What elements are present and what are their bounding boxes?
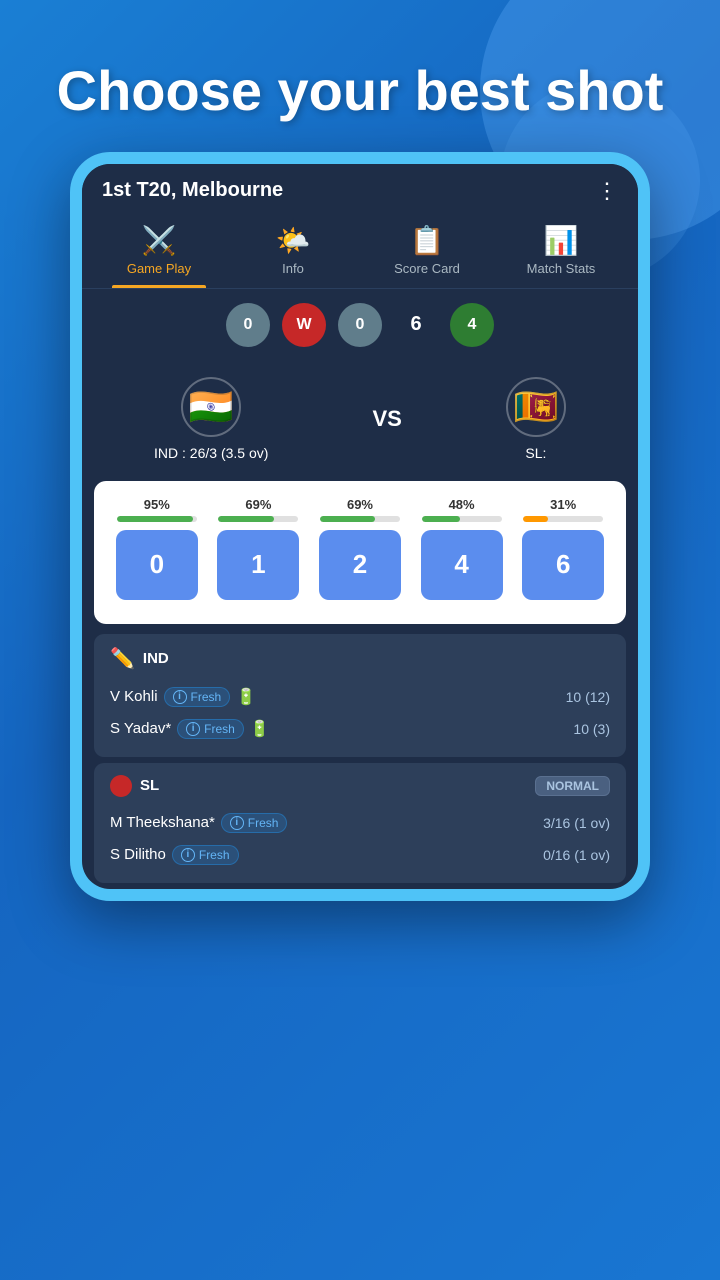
kohli-info-circle: i — [173, 690, 187, 704]
theekshana-fresh-badge: i Fresh — [221, 813, 288, 833]
dilitho-score: 0/16 (1 ov) — [543, 847, 610, 863]
matchstats-icon: 📊 — [544, 224, 579, 257]
pct-bar-1 — [218, 516, 298, 522]
tab-gameplay[interactable]: ⚔️ Game Play — [92, 214, 226, 288]
batting-header: ✏️ IND — [110, 646, 610, 671]
yadav-fresh-badge: i Fresh — [177, 719, 244, 739]
yadav-info: S Yadav* i Fresh 🔋 — [110, 719, 270, 739]
pct-1: 69% — [245, 497, 271, 512]
pct-fill-1 — [218, 516, 273, 522]
normal-badge: NORMAL — [535, 776, 610, 796]
tab-scorecard[interactable]: 📋 Score Card — [360, 214, 494, 288]
srilanka-flag: 🇱🇰 — [506, 377, 566, 437]
yadav-battery-icon: 🔋 — [250, 719, 270, 739]
info-label: Info — [282, 261, 304, 276]
shot-button-1[interactable]: 1 — [217, 530, 299, 600]
ball-0-second: 0 — [338, 303, 382, 347]
pct-fill-0 — [117, 516, 193, 522]
dilitho-fresh-badge: i Fresh — [172, 845, 239, 865]
srilanka-score: SL: — [525, 445, 546, 461]
theekshana-info: M Theekshana* i Fresh — [110, 813, 287, 833]
bowling-panel: SL NORMAL M Theekshana* i Fresh 3/16 (1 … — [94, 763, 626, 883]
score-balls-row: 0 W 0 6 4 — [82, 289, 638, 361]
dilitho-status: Fresh — [199, 848, 230, 862]
headline: Choose your best shot — [0, 0, 720, 152]
team-india: 🇮🇳 IND : 26/3 (3.5 ov) — [154, 377, 268, 461]
shot-button-4[interactable]: 4 — [421, 530, 503, 600]
vs-text: VS — [373, 406, 402, 432]
pct-6: 31% — [550, 497, 576, 512]
theekshana-status: Fresh — [248, 816, 279, 830]
ball-0-first: 0 — [226, 303, 270, 347]
dilitho-name: S Dilitho — [110, 846, 166, 863]
team-srilanka: 🇱🇰 SL: — [506, 377, 566, 461]
bowling-team: SL — [140, 777, 159, 794]
scorecard-icon: 📋 — [410, 224, 445, 257]
pct-bar-6 — [523, 516, 603, 522]
pct-fill-4 — [422, 516, 460, 522]
batting-team: IND — [143, 650, 169, 667]
theekshana-info-circle: i — [230, 816, 244, 830]
batting-icon: ✏️ — [110, 646, 135, 671]
kohli-fresh-badge: i Fresh — [164, 687, 231, 707]
dilitho-info: S Dilitho i Fresh — [110, 845, 239, 865]
kohli-name: V Kohli — [110, 688, 158, 705]
pct-fill-2 — [320, 516, 375, 522]
shot-col-6: 31% 6 — [518, 497, 608, 600]
pct-bar-0 — [117, 516, 197, 522]
yadav-status: Fresh — [204, 722, 235, 736]
bowling-header: SL NORMAL — [110, 775, 610, 797]
pct-bar-4 — [422, 516, 502, 522]
match-header: 1st T20, Melbourne ⋮ — [82, 164, 638, 214]
kohli-score: 10 (12) — [566, 689, 610, 705]
shot-percentages-row: 95% 0 69% 1 69% — [106, 497, 614, 600]
pct-bar-2 — [320, 516, 400, 522]
shot-col-4: 48% 4 — [417, 497, 507, 600]
kohli-status: Fresh — [191, 690, 222, 704]
player-row-kohli: V Kohli i Fresh 🔋 10 (12) — [110, 681, 610, 713]
phone-mockup: 1st T20, Melbourne ⋮ ⚔️ Game Play 🌤️ Inf… — [70, 152, 650, 901]
kohli-info: V Kohli i Fresh 🔋 — [110, 687, 256, 707]
nav-tabs: ⚔️ Game Play 🌤️ Info 📋 Score Card 📊 Matc… — [82, 214, 638, 289]
batting-panel: ✏️ IND V Kohli i Fresh 🔋 10 (12) — [94, 634, 626, 757]
match-title: 1st T20, Melbourne — [102, 179, 283, 202]
shot-selection-card: 95% 0 69% 1 69% — [94, 481, 626, 624]
pct-fill-6 — [523, 516, 548, 522]
shot-button-0[interactable]: 0 — [116, 530, 198, 600]
gameplay-icon: ⚔️ — [142, 224, 177, 257]
player-row-dilitho: S Dilitho i Fresh 0/16 (1 ov) — [110, 839, 610, 871]
shot-button-2[interactable]: 2 — [319, 530, 401, 600]
ball-four: 4 — [450, 303, 494, 347]
tab-info[interactable]: 🌤️ Info — [226, 214, 360, 288]
ball-six: 6 — [394, 303, 438, 347]
info-icon: 🌤️ — [276, 224, 311, 257]
scorecard-label: Score Card — [394, 261, 460, 276]
theekshana-name: M Theekshana* — [110, 814, 215, 831]
player-row-yadav: S Yadav* i Fresh 🔋 10 (3) — [110, 713, 610, 745]
gameplay-label: Game Play — [127, 261, 191, 276]
pct-2: 69% — [347, 497, 373, 512]
matchstats-label: Match Stats — [527, 261, 596, 276]
india-flag: 🇮🇳 — [181, 377, 241, 437]
tab-matchstats[interactable]: 📊 Match Stats — [494, 214, 628, 288]
player-row-theekshana: M Theekshana* i Fresh 3/16 (1 ov) — [110, 807, 610, 839]
shot-col-2: 69% 2 — [315, 497, 405, 600]
more-options-button[interactable]: ⋮ — [596, 178, 618, 204]
yadav-name: S Yadav* — [110, 720, 171, 737]
shot-col-0: 95% 0 — [112, 497, 202, 600]
kohli-battery-icon: 🔋 — [236, 687, 256, 707]
shot-button-6[interactable]: 6 — [522, 530, 604, 600]
yadav-info-circle: i — [186, 722, 200, 736]
ball-wicket: W — [282, 303, 326, 347]
india-score: IND : 26/3 (3.5 ov) — [154, 445, 268, 461]
yadav-score: 10 (3) — [573, 721, 610, 737]
shot-col-1: 69% 1 — [213, 497, 303, 600]
theekshana-score: 3/16 (1 ov) — [543, 815, 610, 831]
dilitho-info-circle: i — [181, 848, 195, 862]
phone-screen: 1st T20, Melbourne ⋮ ⚔️ Game Play 🌤️ Inf… — [82, 164, 638, 889]
sl-dot-icon — [110, 775, 132, 797]
pct-0: 95% — [144, 497, 170, 512]
teams-section: 🇮🇳 IND : 26/3 (3.5 ov) VS 🇱🇰 SL: — [82, 361, 638, 471]
pct-4: 48% — [449, 497, 475, 512]
